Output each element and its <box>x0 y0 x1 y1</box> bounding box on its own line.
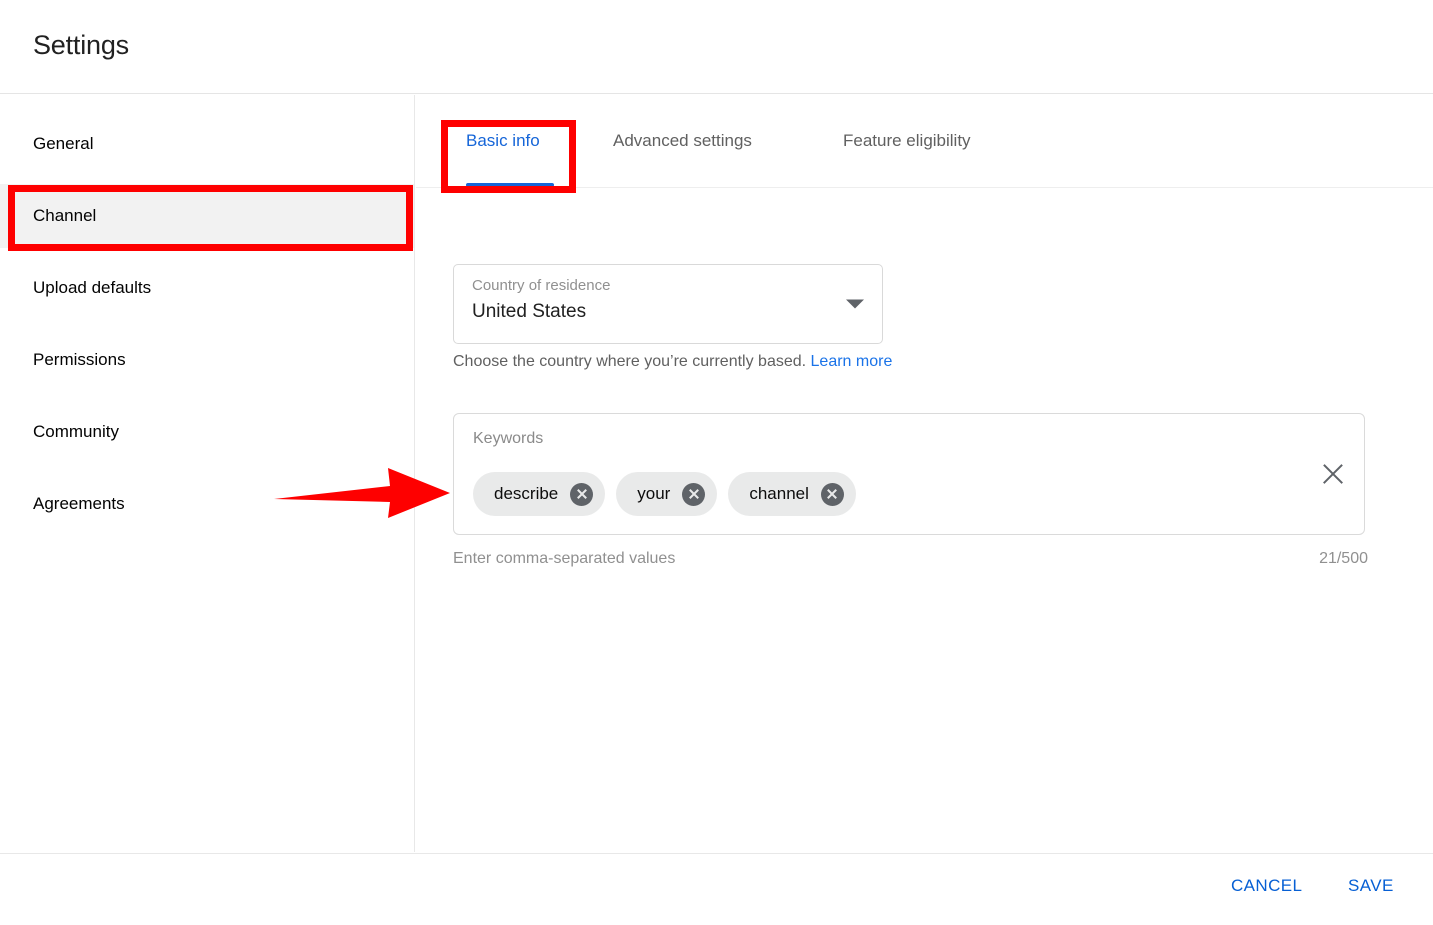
tab-label: Basic info <box>466 131 540 151</box>
keywords-field[interactable]: Keywords describe your channel <box>453 413 1365 535</box>
keyword-chip-label: your <box>637 484 670 504</box>
sidebar-item-label: Permissions <box>33 350 126 370</box>
sidebar-item-community[interactable]: Community <box>0 400 414 464</box>
sidebar-item-label: General <box>33 134 93 154</box>
save-button[interactable]: SAVE <box>1348 876 1394 896</box>
chip-remove-icon[interactable] <box>570 483 593 506</box>
country-helper-text: Choose the country where you’re currentl… <box>453 353 892 371</box>
tab-advanced-settings[interactable]: Advanced settings <box>613 95 752 187</box>
keyword-chip-label: describe <box>494 484 558 504</box>
sidebar-item-label: Agreements <box>33 494 125 514</box>
country-field-label: Country of residence <box>472 277 610 294</box>
tab-basic-info[interactable]: Basic info <box>466 95 540 187</box>
clear-keywords-icon[interactable] <box>1320 461 1346 487</box>
learn-more-link[interactable]: Learn more <box>811 353 893 370</box>
keyword-chip[interactable]: channel <box>728 472 856 516</box>
keyword-chip[interactable]: describe <box>473 472 605 516</box>
active-tab-indicator <box>466 183 554 187</box>
tab-feature-eligibility[interactable]: Feature eligibility <box>843 95 971 187</box>
chip-remove-icon[interactable] <box>682 483 705 506</box>
country-of-residence-select[interactable]: Country of residence United States <box>453 264 883 344</box>
settings-sidebar: General Channel Upload defaults Permissi… <box>0 95 415 852</box>
tab-label: Feature eligibility <box>843 131 971 151</box>
keyword-chip[interactable]: your <box>616 472 717 516</box>
settings-dialog: Settings General Channel Upload defaults… <box>0 0 1433 925</box>
country-helper-sentence: Choose the country where you’re currentl… <box>453 353 806 370</box>
sidebar-item-label: Upload defaults <box>33 278 151 298</box>
sidebar-item-upload-defaults[interactable]: Upload defaults <box>0 256 414 320</box>
sidebar-item-agreements[interactable]: Agreements <box>0 472 414 536</box>
sidebar-item-channel[interactable]: Channel <box>0 184 414 248</box>
sidebar-item-label: Community <box>33 422 119 442</box>
sidebar-item-permissions[interactable]: Permissions <box>0 328 414 392</box>
keyword-chip-label: channel <box>749 484 809 504</box>
settings-content: Basic info Advanced settings Feature eli… <box>416 95 1433 852</box>
tab-bar: Basic info Advanced settings Feature eli… <box>416 95 1433 188</box>
chip-remove-icon[interactable] <box>821 483 844 506</box>
country-field-value: United States <box>472 301 586 323</box>
keywords-hint-text: Enter comma-separated values <box>453 550 675 568</box>
chevron-down-icon[interactable] <box>846 300 864 309</box>
keywords-field-label: Keywords <box>473 430 543 448</box>
page-title: Settings <box>33 30 129 61</box>
cancel-button[interactable]: CANCEL <box>1231 876 1302 896</box>
tab-label: Advanced settings <box>613 131 752 151</box>
keywords-char-counter: 21/500 <box>1306 550 1368 568</box>
sidebar-item-general[interactable]: General <box>0 112 414 176</box>
sidebar-item-label: Channel <box>33 206 96 226</box>
dialog-footer: CANCEL SAVE <box>0 853 1433 925</box>
keywords-chip-list: describe your channel <box>473 472 856 516</box>
dialog-header: Settings <box>0 0 1433 94</box>
